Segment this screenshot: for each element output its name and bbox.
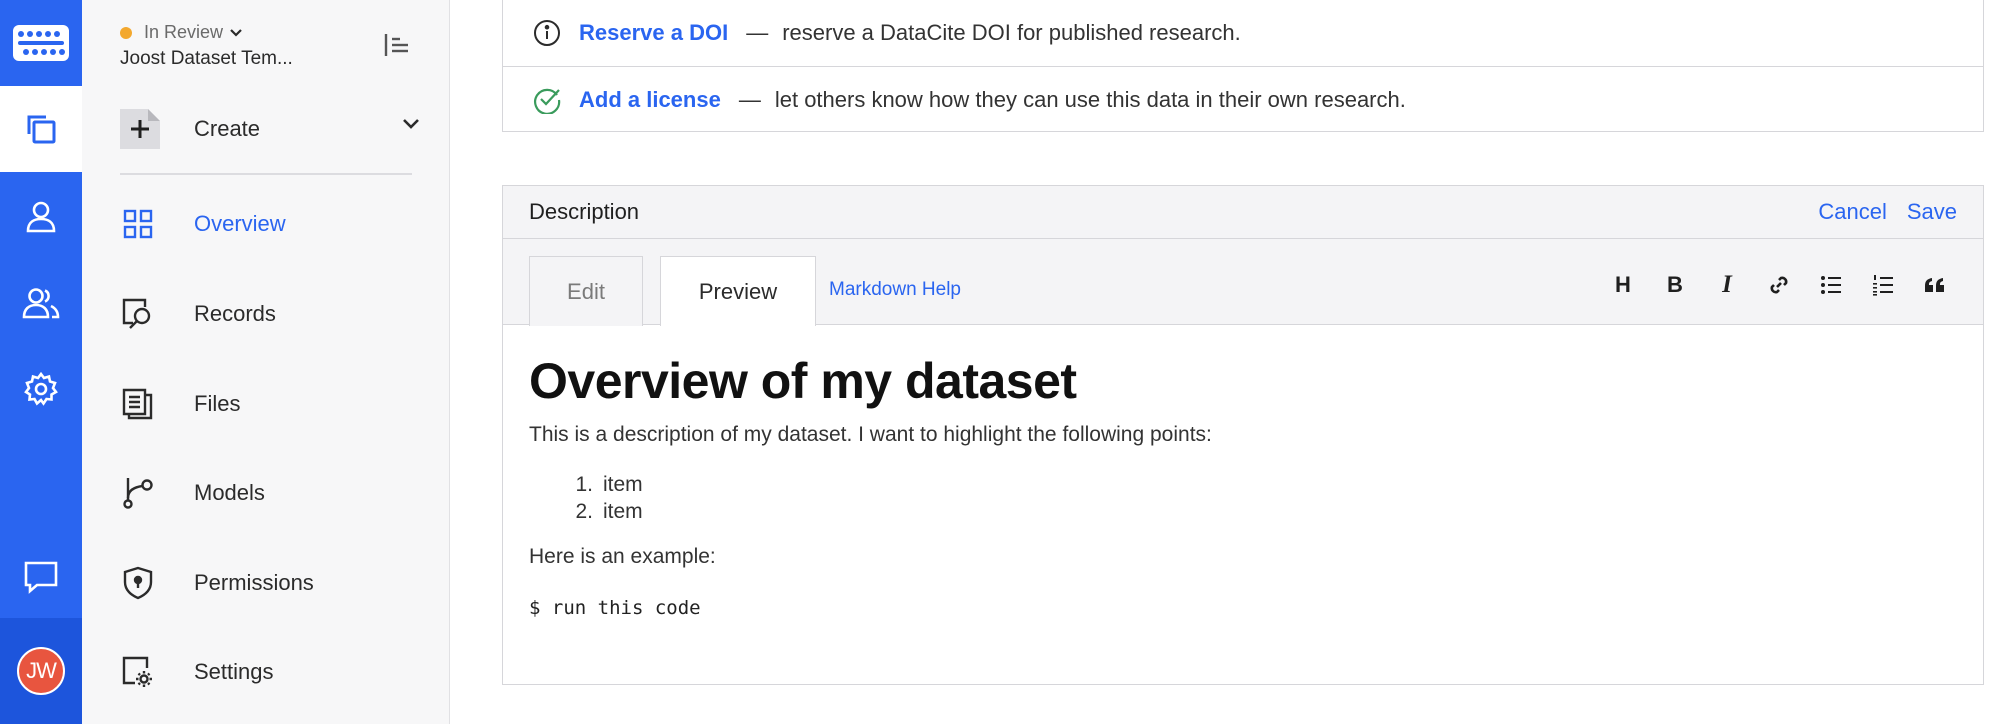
numbered-list-icon xyxy=(1873,275,1893,296)
tab-edit[interactable]: Edit xyxy=(529,256,643,326)
create-label: Create xyxy=(194,116,261,141)
tip-reserve-doi: Reserve a DOI — reserve a DataCite DOI f… xyxy=(503,0,1983,66)
team-icon xyxy=(22,288,60,319)
markdown-help-link[interactable]: Markdown Help xyxy=(829,279,961,301)
sidebar-item-overview[interactable]: Overview xyxy=(120,196,420,252)
gear-icon xyxy=(24,372,58,406)
grid-icon xyxy=(120,206,156,242)
rail-datasets-item[interactable] xyxy=(0,86,82,172)
tip-dash: — xyxy=(738,86,761,112)
list-item: 2. item xyxy=(567,498,1957,525)
sidebar-item-label: Files xyxy=(194,391,241,416)
preview-heading: Overview of my dataset xyxy=(529,353,1077,409)
italic-icon: I xyxy=(1722,271,1732,298)
tip-add-license: Add a license — let others know how they… xyxy=(503,66,1983,132)
status-label: In Review xyxy=(144,22,224,42)
chat-icon xyxy=(24,561,58,594)
description-header: Description Cancel Save xyxy=(503,186,1983,239)
dataset-sidebar: In Review Joost Dataset Tem... Create Ov… xyxy=(82,0,450,724)
files-icon xyxy=(120,386,156,422)
bold-icon: B xyxy=(1667,272,1683,297)
status-dot xyxy=(120,26,132,39)
info-icon xyxy=(534,20,560,46)
collapse-sidebar-button[interactable] xyxy=(382,32,414,58)
add-license-link[interactable]: Add a license xyxy=(579,87,721,113)
check-circle-icon xyxy=(534,88,561,114)
tip-text: reserve a DataCite DOI for published res… xyxy=(782,20,1241,45)
markdown-preview: Overview of my dataset This is a descrip… xyxy=(503,325,1983,647)
status-dropdown[interactable]: In Review xyxy=(120,22,243,43)
rail-profile-item[interactable] xyxy=(0,174,82,260)
tab-preview[interactable]: Preview xyxy=(660,256,816,326)
models-branch-icon xyxy=(120,475,156,511)
user-icon xyxy=(26,201,56,233)
reserve-doi-link[interactable]: Reserve a DOI xyxy=(579,20,728,46)
list-item: 1. item xyxy=(567,471,1957,498)
numbered-list-button[interactable] xyxy=(1857,269,1909,301)
rail-user: JW xyxy=(0,618,82,724)
quote-icon xyxy=(1925,278,1944,292)
heading-icon: H xyxy=(1615,272,1631,297)
list-item-text: item xyxy=(603,473,643,496)
list-item-number: 1. xyxy=(575,473,593,496)
link-button[interactable] xyxy=(1753,269,1805,301)
primary-rail: JW xyxy=(0,0,82,724)
sidebar-item-records[interactable]: Records xyxy=(120,286,420,342)
collapse-menu-icon xyxy=(384,34,408,56)
sidebar-item-label: Models xyxy=(194,480,265,505)
description-editor: Description Cancel Save Edit Preview Mar… xyxy=(502,185,1984,685)
heading-button[interactable]: H xyxy=(1597,269,1649,301)
bullet-list-icon xyxy=(1821,276,1841,294)
dataset-name: Joost Dataset Tem... xyxy=(120,48,293,69)
sidebar-item-label: Records xyxy=(194,301,276,326)
format-buttons: H B I xyxy=(1597,269,1961,301)
rail-team-item[interactable] xyxy=(0,260,82,346)
avatar[interactable]: JW xyxy=(17,647,65,695)
sidebar-item-settings[interactable]: Settings xyxy=(120,644,420,700)
create-menu[interactable]: Create xyxy=(120,106,420,152)
app-logo-icon[interactable] xyxy=(0,0,82,86)
records-search-icon xyxy=(120,296,156,332)
preview-paragraph-2: Here is an example: xyxy=(529,545,716,568)
sidebar-item-files[interactable]: Files xyxy=(120,376,420,432)
link-icon xyxy=(1770,276,1788,294)
tip-dash: — xyxy=(746,20,769,45)
bullet-list-button[interactable] xyxy=(1805,269,1857,301)
preview-code: $ run this code xyxy=(529,597,701,619)
sidebar-item-permissions[interactable]: Permissions xyxy=(120,555,420,611)
preview-list: 1. item 2. item xyxy=(529,471,1957,525)
list-item-text: item xyxy=(603,500,643,523)
sidebar-item-models[interactable]: Models xyxy=(120,465,420,521)
save-button[interactable]: Save xyxy=(1907,199,1957,225)
tip-text: let others know how they can use this da… xyxy=(774,86,1406,112)
chevron-down-icon xyxy=(230,28,242,37)
preview-paragraph: This is a description of my dataset. I w… xyxy=(529,423,1212,446)
datasets-copy-icon xyxy=(27,115,56,144)
italic-button[interactable]: I xyxy=(1701,269,1753,301)
sidebar-item-label: Permissions xyxy=(194,570,314,595)
rail-settings-item[interactable] xyxy=(0,346,82,432)
nav-divider xyxy=(120,173,412,175)
editor-toolbar: Edit Preview Markdown Help H B I xyxy=(503,239,1983,326)
shield-icon xyxy=(120,565,156,601)
bold-button[interactable]: B xyxy=(1649,269,1701,301)
chevron-down-icon xyxy=(403,119,419,129)
cancel-button[interactable]: Cancel xyxy=(1818,199,1886,225)
dataset-tips-panel: Reserve a DOI — reserve a DataCite DOI f… xyxy=(502,0,1984,132)
rail-help-chat-item[interactable] xyxy=(0,534,82,620)
sidebar-item-label: Settings xyxy=(194,659,274,684)
sidebar-item-label: Overview xyxy=(194,211,286,236)
description-title: Description xyxy=(529,199,640,224)
list-item-number: 2. xyxy=(575,500,593,523)
add-file-icon xyxy=(120,109,160,149)
quote-button[interactable] xyxy=(1909,269,1961,301)
settings-gear-icon xyxy=(120,654,156,690)
